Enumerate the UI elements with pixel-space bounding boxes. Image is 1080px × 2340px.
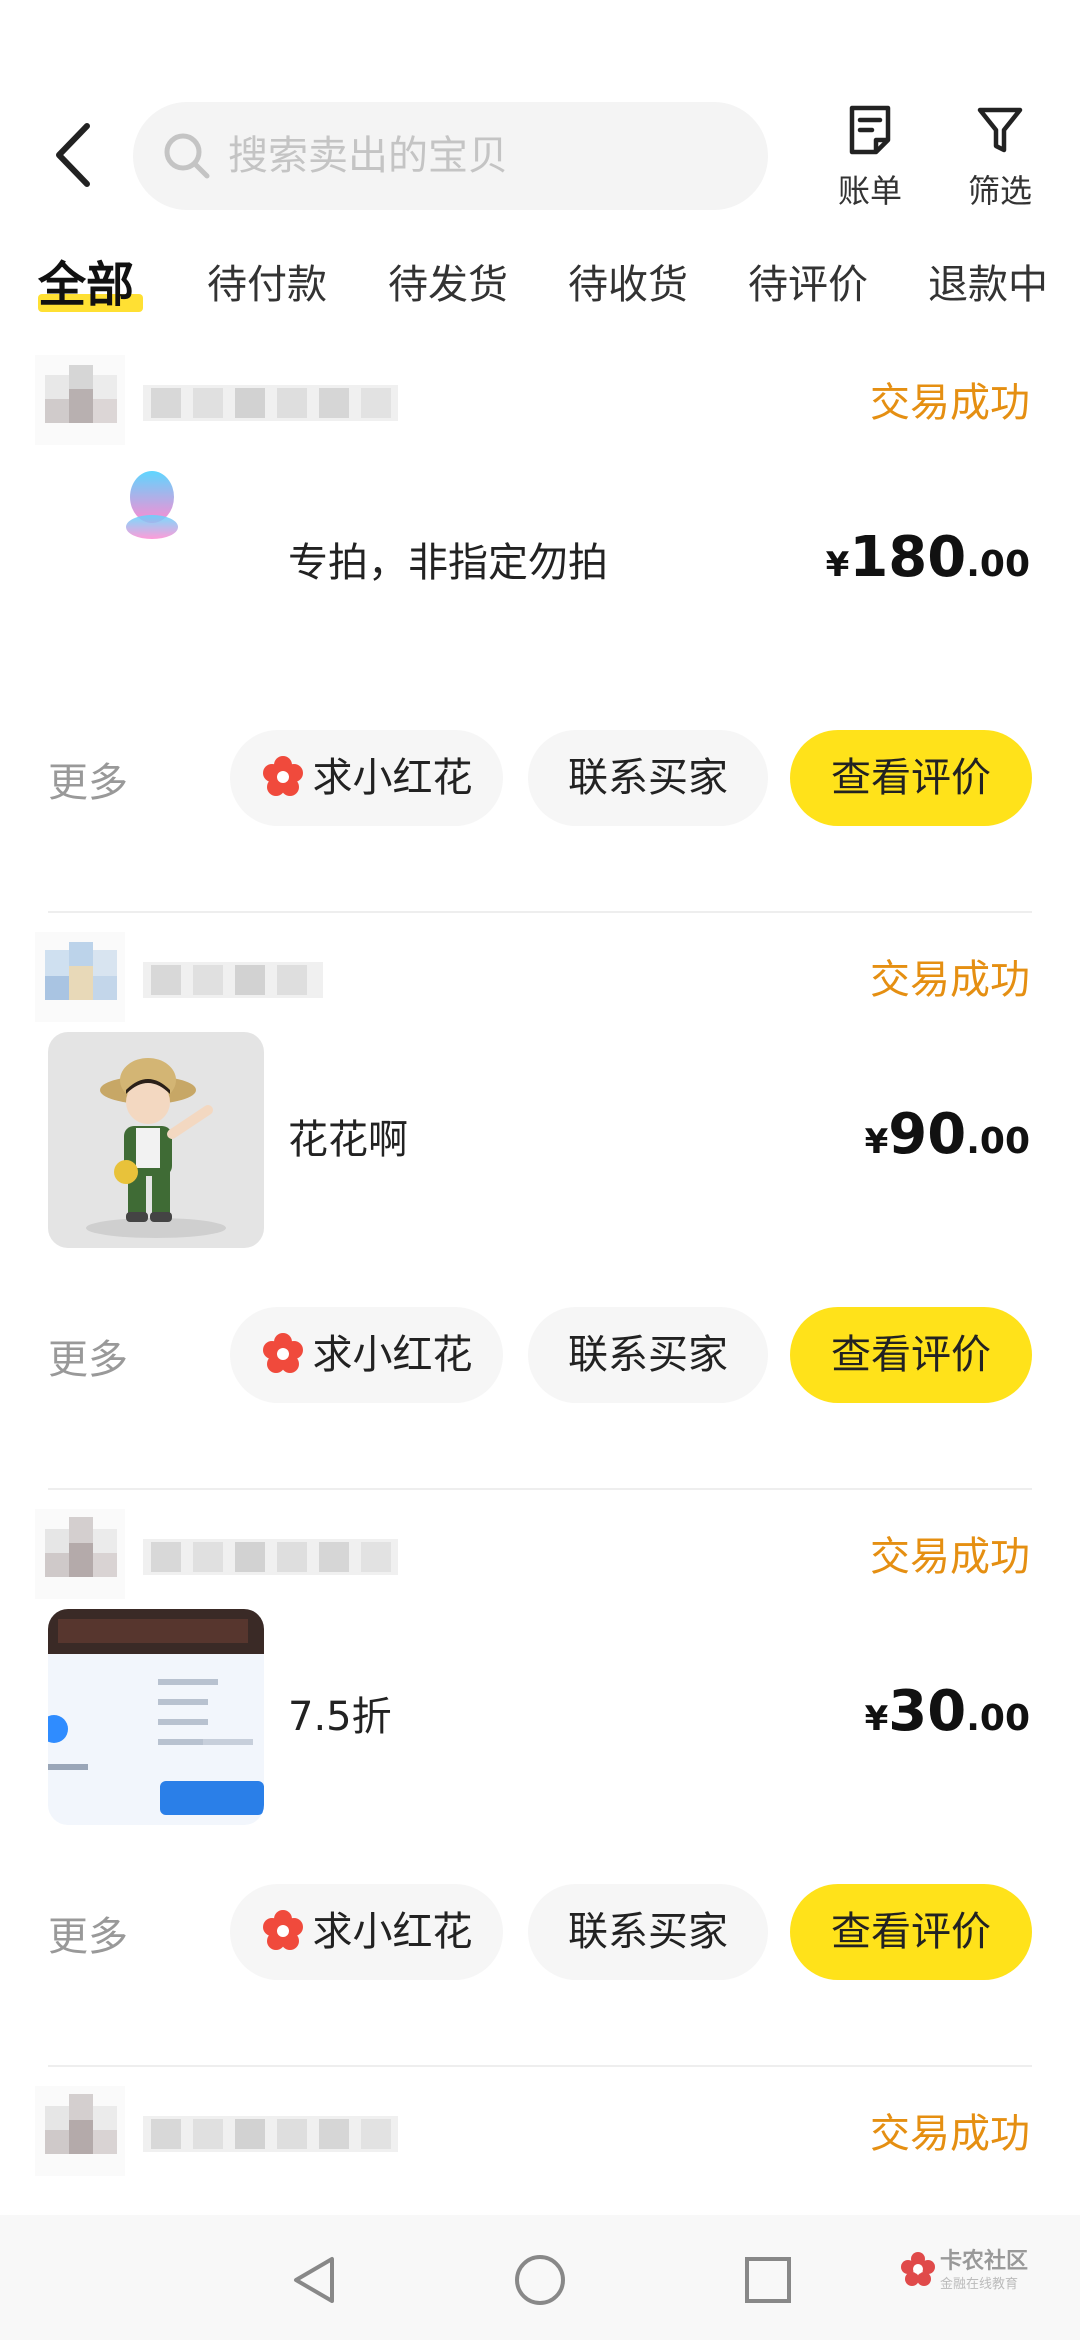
price-integer: 30	[888, 1679, 967, 1744]
nav-back-icon[interactable]	[280, 2245, 350, 2315]
order-divider	[48, 2065, 1032, 2067]
seller-name-blurred	[143, 1539, 398, 1575]
seller-avatar	[35, 2086, 125, 2176]
item-title: 7.5折	[288, 1694, 392, 1740]
tab-pending-shipment[interactable]: 待发货	[388, 250, 508, 320]
kanong-logo-icon	[901, 2252, 935, 2286]
seller-avatar	[35, 932, 125, 1022]
price-currency: ¥	[864, 1122, 889, 1162]
bill-label: 账单	[837, 172, 902, 210]
order-card[interactable]: 交易成功 7.5折 ¥30.00 更多 求小红花 联系买家 查看评价	[0, 1509, 1080, 2086]
price-integer: 90	[888, 1102, 967, 1167]
bill-button[interactable]: 账单	[820, 102, 920, 222]
figurine-photo	[48, 1032, 264, 1248]
item-price: ¥180.00	[826, 525, 1030, 590]
contact-buyer-button[interactable]: 联系买家	[528, 1884, 768, 1980]
watermark-subtitle: 金融在线教育	[940, 2277, 1019, 2292]
ask-flower-button[interactable]: 求小红花	[230, 1307, 503, 1403]
tab-refunding[interactable]: 退款中	[928, 250, 1048, 320]
item-thumbnail[interactable]	[48, 455, 264, 671]
search-icon	[164, 133, 210, 179]
tab-pending-receipt[interactable]: 待收货	[568, 250, 688, 320]
search-input[interactable]: 搜索卖出的宝贝	[133, 102, 768, 210]
order-card[interactable]: 交易成功 花花啊 ¥90.00 更多 求小红花 联系买家 查看评价	[0, 932, 1080, 1509]
system-nav-bar: 卡农社区 金融在线教育	[0, 2215, 1080, 2340]
item-price: ¥90.00	[865, 1102, 1030, 1167]
seller-name-blurred	[143, 2116, 398, 2152]
flower-icon	[262, 1910, 303, 1950]
price-decimal: .00	[966, 1698, 1030, 1739]
tab-pending-payment[interactable]: 待付款	[207, 250, 327, 320]
price-decimal: .00	[966, 544, 1030, 585]
item-title: 专拍，非指定勿拍	[288, 540, 608, 586]
filter-button[interactable]: 筛选	[950, 102, 1050, 222]
item-title: 花花啊	[288, 1117, 408, 1163]
chevron-left-icon	[56, 123, 90, 187]
bill-icon	[849, 105, 891, 155]
order-divider	[48, 1488, 1032, 1490]
order-divider	[48, 911, 1032, 913]
ask-flower-label: 求小红花	[312, 1909, 473, 1955]
seller-name-blurred	[143, 385, 398, 421]
seller-avatar	[35, 1509, 125, 1599]
price-currency: ¥	[864, 1699, 889, 1739]
nav-recents-icon[interactable]	[733, 2245, 803, 2315]
flower-icon	[262, 1333, 303, 1373]
order-status: 交易成功	[870, 957, 1030, 1003]
search-placeholder: 搜索卖出的宝贝	[228, 133, 508, 179]
order-status: 交易成功	[870, 2111, 1030, 2157]
order-status: 交易成功	[870, 380, 1030, 426]
more-button[interactable]: 更多	[48, 1909, 128, 1965]
price-integer: 180	[849, 525, 967, 590]
seller-name-blurred	[143, 962, 323, 998]
view-review-button[interactable]: 查看评价	[790, 730, 1032, 826]
tab-all[interactable]: 全部	[38, 250, 134, 320]
filter-icon	[977, 107, 1023, 153]
top-bar: 搜索卖出的宝贝 账单 筛选	[0, 90, 1080, 220]
seller-avatar	[35, 355, 125, 445]
ask-flower-button[interactable]: 求小红花	[230, 1884, 503, 1980]
watermark: 卡农社区 金融在线教育	[898, 2247, 1048, 2307]
filter-label: 筛选	[967, 172, 1032, 210]
ask-flower-label: 求小红花	[312, 1332, 473, 1378]
ask-flower-button[interactable]: 求小红花	[230, 730, 503, 826]
watermark-title: 卡农社区	[940, 2249, 1029, 2274]
item-thumbnail[interactable]	[48, 1609, 264, 1825]
screenshot-photo	[48, 1609, 264, 1825]
back-button[interactable]	[45, 120, 105, 190]
tab-pending-review[interactable]: 待评价	[748, 250, 868, 320]
price-currency: ¥	[825, 545, 850, 585]
item-thumbnail[interactable]	[48, 1032, 264, 1248]
order-card[interactable]: 交易成功 专拍，非指定勿拍 ¥180.00 更多 求小红花 联系买家 查看评价	[0, 355, 1080, 932]
order-status-tabs: 全部 待付款 待发货 待收货 待评价 退款中	[0, 250, 1080, 320]
more-button[interactable]: 更多	[48, 1332, 128, 1388]
price-decimal: .00	[966, 1121, 1030, 1162]
more-button[interactable]: 更多	[48, 755, 128, 811]
ask-flower-label: 求小红花	[312, 755, 473, 801]
contact-buyer-button[interactable]: 联系买家	[528, 730, 768, 826]
order-card[interactable]: 交易成功	[0, 2086, 1080, 2215]
contact-buyer-button[interactable]: 联系买家	[528, 1307, 768, 1403]
nav-home-icon[interactable]	[505, 2245, 575, 2315]
view-review-button[interactable]: 查看评价	[790, 1884, 1032, 1980]
item-price: ¥30.00	[865, 1679, 1030, 1744]
view-review-button[interactable]: 查看评价	[790, 1307, 1032, 1403]
flower-icon	[262, 756, 303, 796]
order-status: 交易成功	[870, 1534, 1030, 1580]
qq-penguin-icon	[48, 455, 264, 671]
